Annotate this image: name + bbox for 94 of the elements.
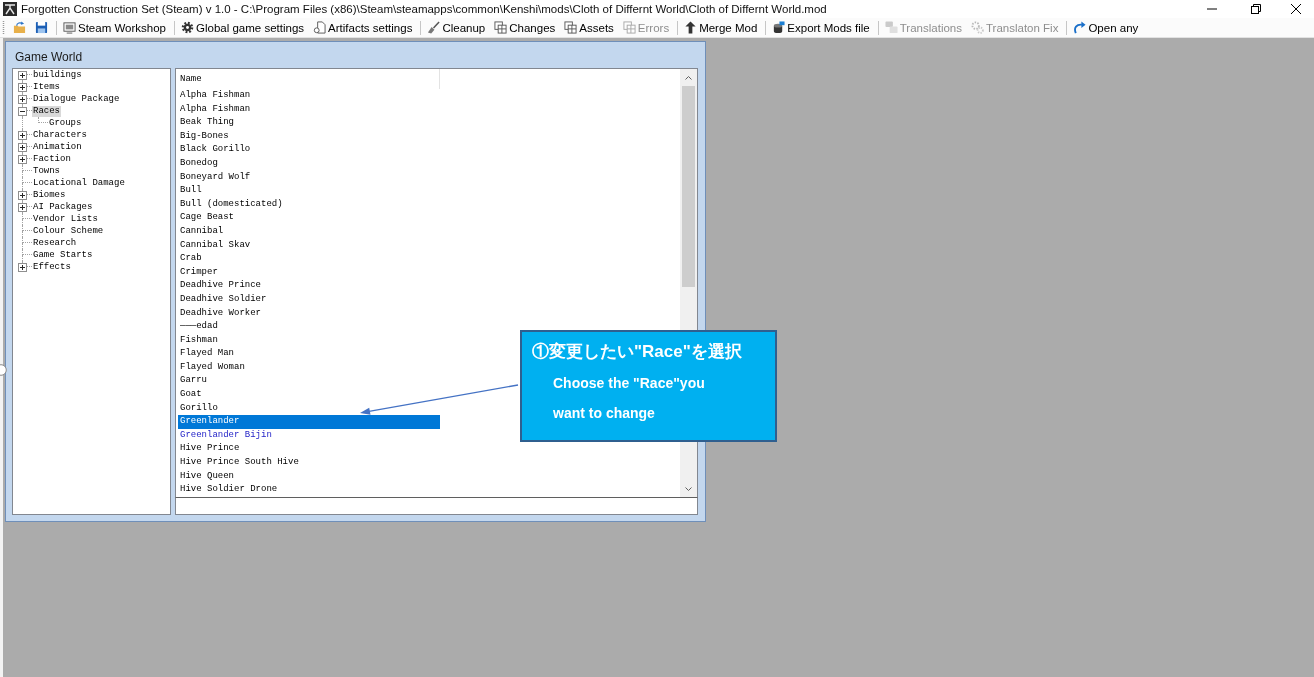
tree-item[interactable]: Characters [32, 129, 88, 141]
expand-icon[interactable] [18, 190, 27, 200]
toolbar-button[interactable]: Artifacts settings [309, 18, 418, 37]
restore-icon [1251, 4, 1261, 14]
scrollbar-thumb[interactable] [682, 86, 695, 287]
tree-item[interactable]: Colour Scheme [32, 225, 105, 237]
toolbar-button[interactable]: Steam Workshop [59, 18, 171, 37]
tree-item[interactable]: Biomes [32, 189, 67, 201]
app-icon [3, 2, 17, 16]
text-field[interactable] [175, 498, 698, 515]
list-item[interactable]: Deadhive Worker [178, 306, 440, 321]
monitor-icon [63, 21, 76, 34]
tree-item[interactable]: Items [32, 81, 61, 93]
expand-icon[interactable] [18, 130, 27, 140]
list-item[interactable]: Bull (domesticated) [178, 197, 440, 212]
list-item[interactable]: Cannibal [178, 224, 440, 239]
tree-item[interactable]: AI Packages [32, 201, 94, 213]
list-item[interactable]: Alpha Fishman [178, 102, 440, 117]
collapse-icon[interactable] [18, 106, 27, 116]
grid-icon [622, 21, 636, 34]
speech-bubbles-icon [884, 21, 898, 34]
list-item[interactable]: Deadhive Soldier [178, 292, 440, 307]
tree-item[interactable]: Game Starts [32, 249, 94, 261]
save-icon [35, 21, 48, 34]
splitter-handle-icon[interactable] [0, 364, 7, 376]
list-item[interactable]: Goat [178, 388, 440, 402]
folder-icon [13, 21, 26, 34]
child-window-title: Game World [15, 50, 83, 65]
list-item[interactable]: Cage Beast [178, 211, 440, 225]
list-item[interactable]: Black Gorillo [178, 143, 440, 157]
list-item[interactable]: ———edad [178, 320, 440, 334]
list-item[interactable]: Greenlander Bijin [178, 428, 440, 443]
grid-icon [564, 21, 578, 34]
list-item[interactable]: Garru [178, 374, 440, 389]
list-item[interactable]: Crab [178, 252, 440, 266]
curved-arrow-icon [1073, 21, 1087, 34]
list-item[interactable]: Hive Soldier Drone [178, 483, 440, 497]
scroll-down-icon[interactable] [685, 486, 692, 491]
tree-item[interactable]: Faction [32, 153, 72, 165]
list-item[interactable]: Boneyard Wolf [178, 170, 440, 185]
expand-icon[interactable] [18, 262, 27, 272]
list-item[interactable]: Gorillo [178, 401, 440, 416]
gear-icon [181, 21, 194, 34]
list-item[interactable]: Hive Prince [178, 442, 440, 457]
gears-icon [971, 21, 984, 34]
column-header[interactable]: Name [178, 69, 440, 89]
list-item[interactable]: Flayed Woman [178, 360, 440, 375]
list-item[interactable]: Deadhive Prince [178, 279, 440, 293]
tree-item[interactable]: Effects [32, 261, 72, 273]
list-item[interactable]: Fishman [178, 333, 440, 348]
up-arrow-icon [684, 21, 698, 34]
expand-icon[interactable] [18, 202, 27, 212]
toolbar-button[interactable]: Global game settings [177, 18, 310, 37]
expand-icon[interactable] [18, 82, 27, 92]
tree-item[interactable]: Locational Damage [32, 177, 126, 189]
list-item[interactable]: Cannibal Skav [178, 238, 440, 253]
toolbar-button[interactable]: Assets [560, 18, 619, 37]
window-title: Forgotten Construction Set (Steam) v 1.0 - C:\Program Files (x86)\Steam\steamapps\common\Kenshi\mods\Cloth of Differnt World\Cloth of Differnt World.mod [21, 2, 828, 17]
expand-icon[interactable] [18, 154, 27, 164]
list-item[interactable]: Alpha Fishman [178, 89, 440, 103]
toolbar-button[interactable]: Cleanup [423, 18, 491, 37]
scroll-up-icon[interactable] [685, 75, 692, 80]
tree-item[interactable]: buildings [32, 69, 83, 81]
grip-icon [2, 20, 5, 35]
toolbar-button[interactable]: Export Mods file [768, 18, 875, 37]
document-icon [313, 21, 327, 34]
list-item[interactable]: Flayed Man [178, 347, 440, 361]
list-item[interactable]: Hive Queen [178, 469, 440, 484]
list-item[interactable]: Bull [178, 184, 440, 198]
toolbar-button[interactable]: Changes [490, 18, 561, 37]
close-icon [1291, 4, 1301, 14]
grid-icon [494, 21, 508, 34]
tree-item[interactable]: Dialogue Package [32, 93, 121, 105]
list-item[interactable]: Bonedog [178, 156, 440, 171]
callout-title: ①変更したい"Race"を選択 [532, 341, 742, 363]
expand-icon[interactable] [18, 94, 27, 104]
expand-icon[interactable] [18, 70, 27, 80]
expand-icon[interactable] [18, 142, 27, 152]
list-item[interactable]: Crimper [178, 265, 440, 280]
list-item[interactable]: Big-Bones [178, 129, 440, 144]
list-item[interactable]: Beak Thing [178, 116, 440, 130]
cylinder-icon [772, 21, 786, 34]
callout-text: Choose the "Race"you want to change [553, 374, 706, 423]
toolbar-button[interactable]: Open any [1069, 18, 1144, 37]
tree-item[interactable]: Groups [48, 117, 83, 129]
tree-item[interactable]: Vendor Lists [32, 213, 99, 225]
list-item[interactable]: Greenlander [178, 415, 440, 429]
tree-item[interactable]: Races [32, 105, 61, 117]
list-item[interactable]: Hive Prince South Hive [178, 456, 440, 470]
tree-item[interactable]: Animation [32, 141, 83, 153]
toolbar-button[interactable]: Merge Mod [680, 18, 763, 37]
tree-item[interactable]: Research [32, 237, 78, 249]
tree-item[interactable]: Towns [32, 165, 61, 177]
broom-icon [427, 21, 441, 34]
